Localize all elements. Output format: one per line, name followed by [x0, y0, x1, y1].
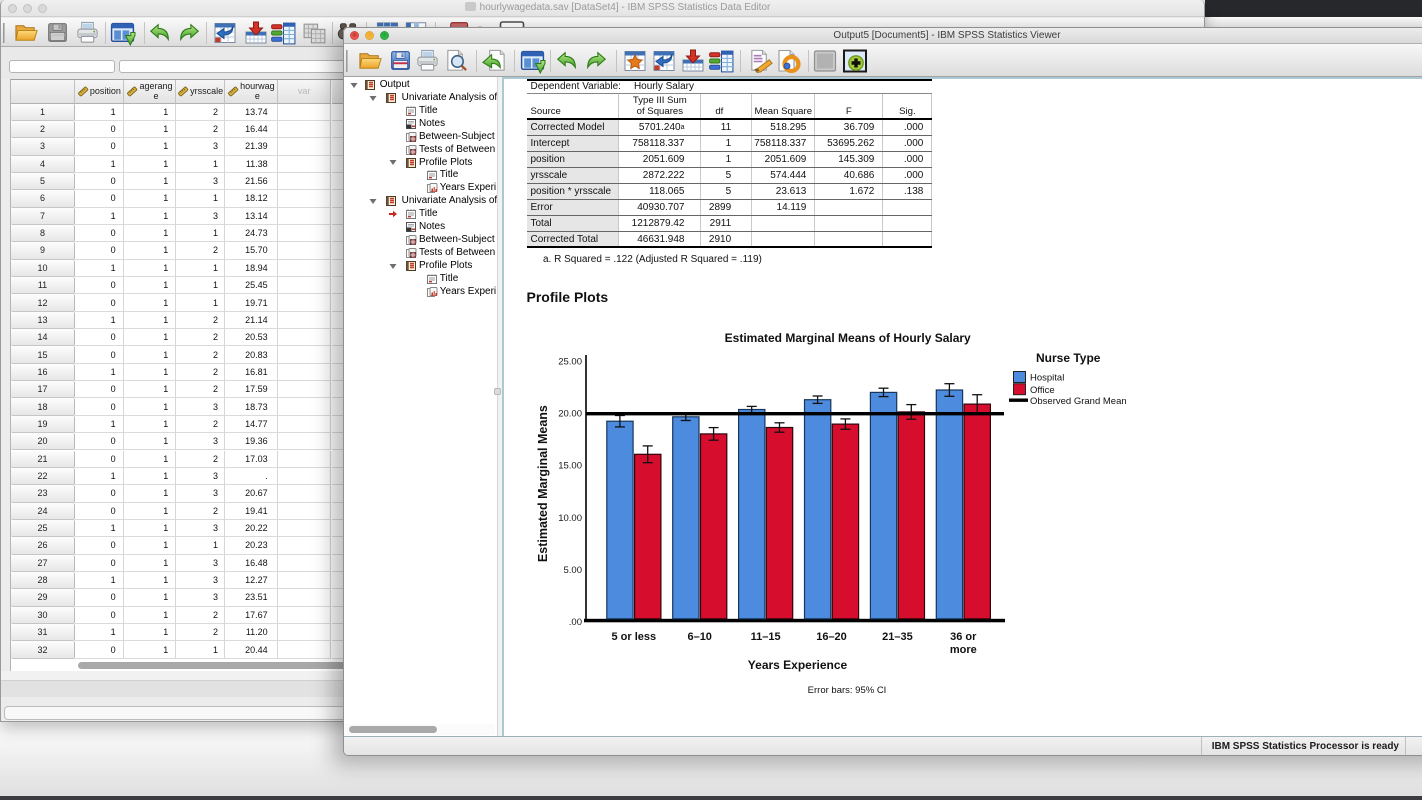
svg-text:25.00: 25.00 — [558, 357, 582, 368]
svg-text:10.00: 10.00 — [558, 513, 582, 524]
svg-text:5.00: 5.00 — [564, 565, 583, 576]
svg-text:more: more — [950, 644, 977, 656]
svg-text:20.00: 20.00 — [558, 409, 582, 420]
svg-text:6–10: 6–10 — [687, 631, 711, 643]
svg-text:Years Experience: Years Experience — [748, 658, 848, 672]
svg-text:Observed Grand Mean: Observed Grand Mean — [1030, 396, 1127, 407]
svg-text:5 or less: 5 or less — [611, 631, 656, 643]
svg-text:Error bars: 95% CI: Error bars: 95% CI — [808, 685, 887, 696]
svg-text:11–15: 11–15 — [751, 631, 781, 643]
svg-text:21–35: 21–35 — [882, 631, 913, 643]
svg-text:16–20: 16–20 — [816, 631, 847, 643]
svg-text:Nurse Type: Nurse Type — [1036, 351, 1101, 365]
svg-text:Office: Office — [1030, 385, 1055, 396]
svg-text:Estimated Marginal Means of Ho: Estimated Marginal Means of Hourly Salar… — [725, 331, 971, 345]
svg-text:Hospital: Hospital — [1030, 373, 1064, 384]
svg-text:36 or: 36 or — [950, 631, 977, 643]
svg-text:Estimated Marginal Means: Estimated Marginal Means — [536, 405, 550, 562]
svg-text:15.00: 15.00 — [558, 461, 582, 472]
svg-text:.00: .00 — [569, 617, 582, 628]
